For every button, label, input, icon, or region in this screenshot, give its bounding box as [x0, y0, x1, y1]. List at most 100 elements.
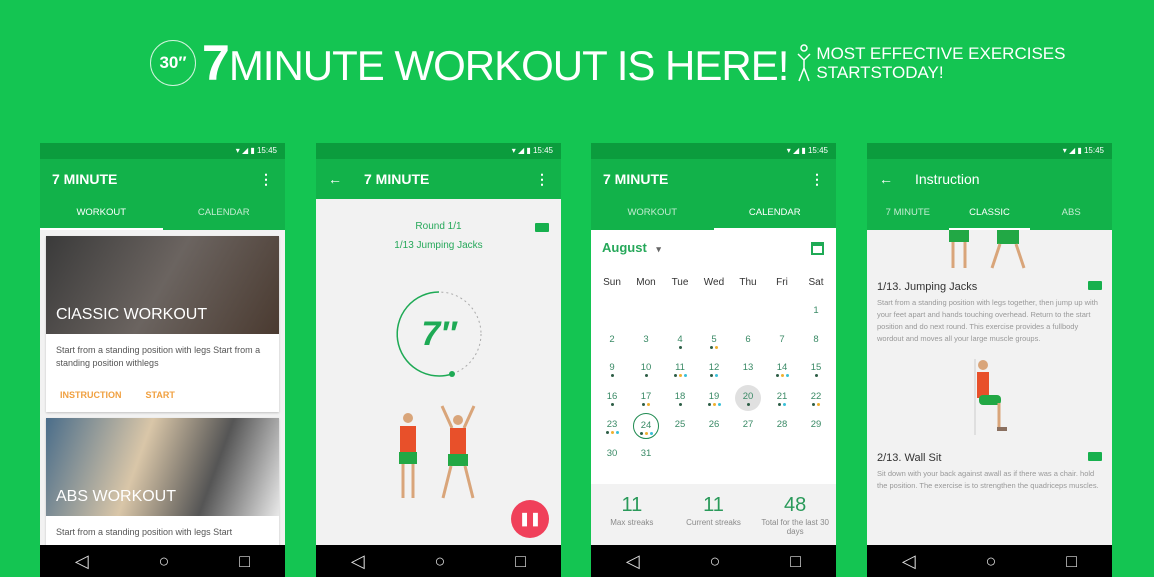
calendar-day[interactable]: 2 — [599, 328, 625, 354]
phone-calendar: ▾ ◢ ▮ 15:45 7 MINUTE ⋮ WORKOUT CALENDAR Au… — [591, 143, 836, 577]
recents-icon[interactable]: □ — [790, 551, 801, 572]
tab-workout[interactable]: WORKOUT — [40, 199, 163, 230]
back-icon[interactable]: ◁ — [626, 551, 640, 572]
calendar-day[interactable]: 8 — [803, 328, 829, 354]
classic-workout-card[interactable]: ClASSIC WORKOUT Start from a standing po… — [46, 236, 279, 412]
calendar-day[interactable]: 23 — [599, 413, 625, 439]
calendar-icon[interactable] — [811, 242, 824, 255]
pause-icon: ❚❚ — [519, 511, 541, 526]
recents-icon[interactable]: □ — [515, 551, 526, 572]
headline-text: MINUTE WORKOUT IS HERE! — [228, 42, 790, 89]
day-number: 25 — [674, 419, 686, 431]
calendar-day[interactable]: 25 — [667, 413, 693, 439]
app-title: 7 MINUTE — [52, 171, 118, 187]
calendar-day[interactable]: 3 — [633, 328, 659, 354]
activity-dot — [710, 374, 713, 378]
calendar-day[interactable]: 27 — [735, 413, 761, 439]
calendar-day[interactable]: 12 — [701, 356, 727, 382]
activity-dot — [678, 345, 682, 349]
calendar-day[interactable]: 19 — [701, 385, 727, 411]
day-number: 20 — [742, 390, 754, 402]
day-number: 17 — [640, 390, 652, 402]
video-icon[interactable] — [535, 223, 549, 232]
activity-dot — [712, 402, 716, 406]
activity-dot — [644, 432, 648, 436]
tab-calendar[interactable]: CALENDAR — [163, 199, 286, 230]
pause-button[interactable]: ❚❚ — [511, 500, 549, 538]
more-icon[interactable]: ⋮ — [535, 171, 549, 188]
calendar-day[interactable]: 31 — [633, 442, 659, 468]
video-icon[interactable] — [1088, 281, 1102, 290]
calendar-day[interactable]: 16 — [599, 385, 625, 411]
back-icon[interactable]: ◁ — [351, 551, 365, 572]
calendar-day[interactable]: 11 — [667, 356, 693, 382]
month-label: August — [602, 240, 647, 255]
back-arrow-icon[interactable]: ← — [879, 171, 893, 187]
activity-dot — [649, 432, 653, 436]
tab-abs[interactable]: ABS — [1030, 199, 1112, 230]
calendar-day[interactable]: 24 — [633, 413, 659, 440]
recents-icon[interactable]: □ — [1066, 551, 1077, 572]
activity-dot — [647, 402, 650, 406]
tab-classic[interactable]: CLASSIC — [948, 199, 1031, 230]
month-selector[interactable]: August ▾ — [602, 240, 661, 255]
calendar-day[interactable]: 30 — [599, 442, 625, 468]
calendar-day[interactable]: 26 — [701, 413, 727, 439]
calendar-day[interactable]: 15 — [803, 356, 829, 382]
calendar-day[interactable]: 4 — [667, 328, 693, 354]
home-icon[interactable]: ○ — [986, 551, 997, 572]
calendar-day[interactable]: 9 — [599, 356, 625, 382]
back-arrow-icon[interactable]: ← — [328, 171, 342, 187]
calendar-day[interactable]: 13 — [735, 356, 761, 382]
calendar-day[interactable]: 20 — [735, 384, 761, 411]
tab-workout[interactable]: WORKOUT — [591, 199, 714, 230]
streak-stats: 11 Max streaks 11 Current streaks 48 Total … — [591, 484, 836, 536]
calendar-day[interactable]: 21 — [769, 385, 795, 411]
day-number: 18 — [674, 390, 686, 402]
more-icon[interactable]: ⋮ — [810, 171, 824, 188]
home-icon[interactable]: ○ — [435, 551, 446, 572]
tab-7-minute[interactable]: 7 MINUTE — [867, 199, 949, 230]
calendar-day[interactable]: 10 — [633, 356, 659, 382]
dropdown-icon: ▾ — [656, 244, 661, 254]
activity-dot — [814, 374, 818, 378]
instruction-button[interactable]: INSTRUCTION — [60, 390, 122, 400]
day-number: 26 — [708, 419, 720, 431]
status-bar: ▾ ◢ ▮ 15:45 — [867, 143, 1112, 159]
calendar-day[interactable]: 22 — [803, 385, 829, 411]
calendar-day[interactable]: 29 — [803, 413, 829, 439]
tab-calendar[interactable]: CALENDAR — [713, 199, 836, 230]
exercise-item[interactable]: 1/13. Jumping Jacks Start from a standing… — [867, 281, 1112, 345]
activity-dot — [780, 374, 784, 378]
home-icon[interactable]: ○ — [159, 551, 170, 572]
calendar-day[interactable]: 17 — [633, 385, 659, 411]
abs-workout-card[interactable]: ABS WORKOUT Start from a standing positi… — [46, 418, 279, 562]
back-icon[interactable]: ◁ — [75, 551, 89, 572]
day-number: 24 — [640, 420, 652, 432]
nav-bar: ◁ ○ □ — [316, 545, 561, 577]
calendar-day[interactable]: 28 — [769, 413, 795, 439]
video-icon[interactable] — [1088, 452, 1102, 461]
activity-dot — [615, 431, 619, 435]
calendar-day[interactable]: 14 — [769, 356, 795, 382]
day-number: 8 — [813, 333, 819, 345]
calendar-day[interactable]: 7 — [769, 328, 795, 354]
calendar-day[interactable]: 18 — [667, 385, 693, 411]
calendar-day[interactable]: 6 — [735, 328, 761, 354]
phone-timer: ▾ ◢ ▮ 15:45 ← 7 MINUTE ⋮ Round 1/1 1/13 Ju… — [316, 143, 561, 577]
activity-dot — [642, 402, 645, 406]
recents-icon[interactable]: □ — [239, 551, 250, 572]
nav-bar: ◁ ○ □ — [591, 545, 836, 577]
exercise-item[interactable]: 2/13. Wall Sit Sit down with your back ag… — [867, 452, 1112, 492]
more-icon[interactable]: ⋮ — [259, 171, 273, 188]
activity-dot — [783, 402, 786, 406]
subheadline: MOST EFFECTIVE EXERCISES STARTSTODAY! — [816, 44, 1065, 82]
calendar-day[interactable]: 5 — [701, 328, 727, 354]
day-number: 30 — [606, 448, 618, 459]
calendar-day[interactable]: 1 — [803, 299, 829, 325]
start-button[interactable]: START — [146, 390, 175, 400]
home-icon[interactable]: ○ — [710, 551, 721, 572]
back-icon[interactable]: ◁ — [902, 551, 916, 572]
card-description: Start from a standing position with legs… — [56, 345, 261, 368]
wall-sit-illustration — [974, 359, 1007, 435]
